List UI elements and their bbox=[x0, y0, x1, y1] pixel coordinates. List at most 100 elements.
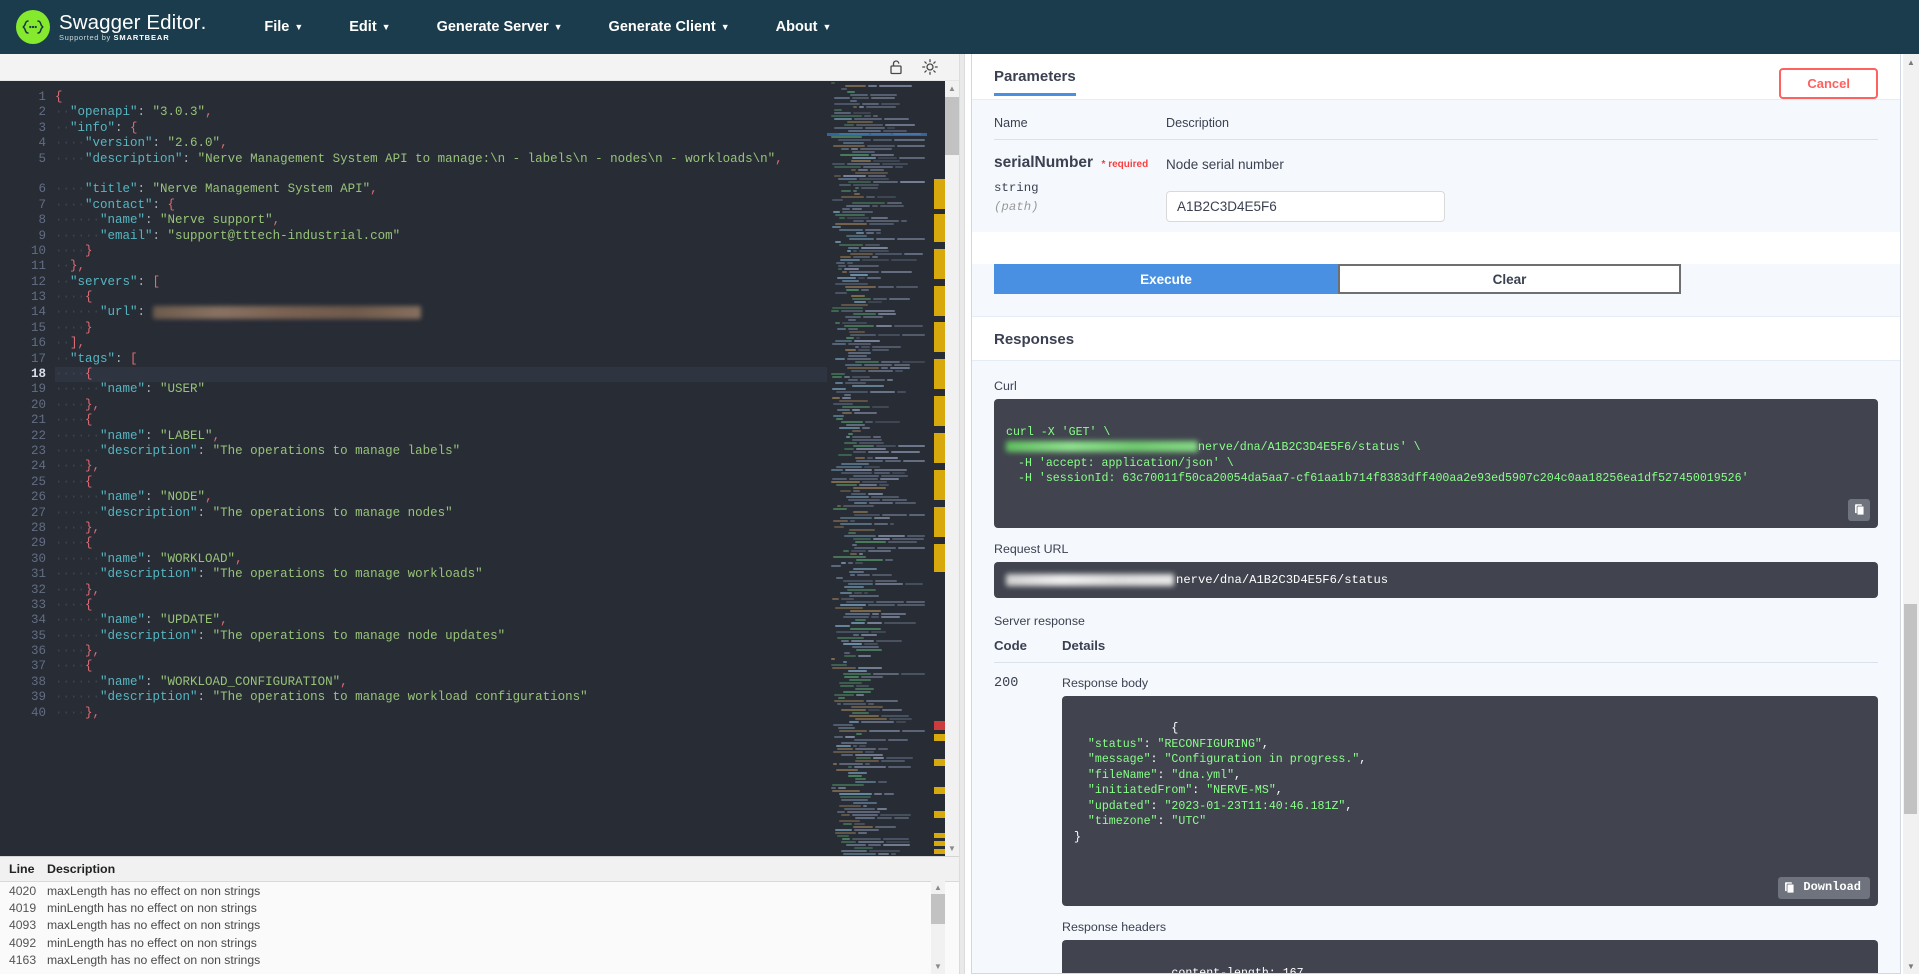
error-row[interactable]: 4020maxLength has no effect on non strin… bbox=[0, 882, 959, 899]
swagger-scrollbar-thumb[interactable] bbox=[1904, 604, 1917, 814]
parameter-required-badge: * required bbox=[1102, 159, 1149, 170]
menu-item-generate-server-label: Generate Server bbox=[437, 19, 549, 35]
unlock-icon[interactable] bbox=[888, 59, 904, 75]
cancel-button[interactable]: Cancel bbox=[1779, 68, 1878, 99]
response-body-block[interactable]: { "status": "RECONFIGURING", "message": … bbox=[1062, 696, 1878, 906]
swagger-ui-pane: Parameters Cancel Name Description seria… bbox=[965, 54, 1919, 974]
brand-subtitle: Supported by SMARTBEAR bbox=[59, 34, 206, 42]
code-line[interactable]: ····}, bbox=[55, 706, 827, 721]
menu-item-edit[interactable]: Edit▼ bbox=[326, 11, 413, 43]
curl-command-line1: curl -X 'GET' \ bbox=[1006, 426, 1110, 439]
code-editor[interactable]: 1234567891011121314151617181920212223242… bbox=[0, 81, 959, 856]
menu-item-about[interactable]: About▼ bbox=[753, 11, 855, 43]
code-line[interactable]: ····"contact": { bbox=[55, 198, 827, 213]
errors-scroll-up-icon[interactable]: ▲ bbox=[931, 880, 945, 895]
menu-item-file[interactable]: File▼ bbox=[241, 11, 326, 43]
brand-title-suffix: . bbox=[201, 12, 207, 34]
brightness-icon[interactable] bbox=[922, 59, 938, 75]
editor-pane: 1234567891011121314151617181920212223242… bbox=[0, 54, 959, 974]
code-line[interactable]: ··}, bbox=[55, 259, 827, 274]
request-url-label: Request URL bbox=[994, 542, 1878, 556]
code-line[interactable]: ····}, bbox=[55, 583, 827, 598]
error-description: maxLength has no effect on non strings bbox=[47, 953, 260, 967]
editor-vertical-scrollbar[interactable]: ▲ ▼ bbox=[945, 81, 959, 856]
line-number: 32 bbox=[0, 583, 55, 598]
code-line[interactable]: ····"version": "2.6.0", bbox=[55, 136, 827, 151]
code-line[interactable]: ··], bbox=[55, 336, 827, 351]
code-line[interactable]: { bbox=[55, 90, 827, 105]
code-line[interactable]: ······"name": "LABEL", bbox=[55, 429, 827, 444]
code-line[interactable]: ······"description": "The operations to … bbox=[55, 444, 827, 459]
code-line[interactable]: ······"name": "Nerve support", bbox=[55, 213, 827, 228]
errors-scrollbar-thumb[interactable] bbox=[931, 894, 945, 924]
code-line[interactable]: ····{ bbox=[55, 659, 827, 674]
serial-number-input[interactable] bbox=[1166, 191, 1445, 222]
code-line[interactable]: ··"info": { bbox=[55, 121, 827, 136]
download-button[interactable]: Download bbox=[1794, 877, 1870, 899]
code-line[interactable]: ······"description": "The operations to … bbox=[55, 506, 827, 521]
error-row[interactable]: 4163maxLength has no effect on non strin… bbox=[0, 951, 959, 968]
brand-sub-prefix: Supported by bbox=[59, 33, 111, 42]
code-line[interactable]: ······"description": "The operations to … bbox=[55, 567, 827, 582]
chevron-down-icon: ▼ bbox=[294, 22, 303, 32]
error-row[interactable]: 4093maxLength has no effect on non strin… bbox=[0, 917, 959, 934]
code-line[interactable]: ······"name": "UPDATE", bbox=[55, 613, 827, 628]
code-line[interactable]: ····{ bbox=[55, 475, 827, 490]
code-line[interactable]: ····}, bbox=[55, 398, 827, 413]
curl-label: Curl bbox=[994, 379, 1878, 393]
code-line[interactable]: ····"title": "Nerve Management System AP… bbox=[55, 182, 827, 197]
clear-button[interactable]: Clear bbox=[1338, 264, 1681, 294]
line-number: 35 bbox=[0, 629, 55, 644]
swagger-scroll-up-icon[interactable]: ▲ bbox=[1903, 54, 1919, 70]
code-line[interactable]: ······"email": "support@tttech-industria… bbox=[55, 229, 827, 244]
request-url-suffix: nerve/dna/A1B2C3D4E5F6/status bbox=[1176, 573, 1388, 587]
scroll-up-arrow-icon[interactable]: ▲ bbox=[945, 81, 959, 96]
responses-body: Curl curl -X 'GET' \ nerve/dna/A1B2C3D4E… bbox=[972, 361, 1900, 974]
code-line[interactable]: ······"name": "USER" bbox=[55, 382, 827, 397]
code-line[interactable]: ····{ bbox=[55, 413, 827, 428]
code-line[interactable]: ··"tags": [ bbox=[55, 352, 827, 367]
code-line[interactable]: ····} bbox=[55, 321, 827, 336]
overview-ruler-mark bbox=[934, 544, 945, 572]
parameters-header: Parameters Cancel bbox=[972, 54, 1900, 99]
code-line[interactable]: ····{ bbox=[55, 536, 827, 551]
overview-ruler-mark bbox=[934, 286, 945, 316]
code-text-area[interactable]: 1234567891011121314151617181920212223242… bbox=[0, 81, 827, 856]
editor-scrollbar-thumb[interactable] bbox=[945, 97, 959, 155]
copy-curl-icon[interactable] bbox=[1848, 499, 1870, 521]
editor-minimap[interactable] bbox=[827, 81, 927, 856]
parameters-body: Name Description serialNumber * required… bbox=[972, 100, 1900, 232]
error-line-number: 4093 bbox=[9, 918, 47, 932]
code-line[interactable]: ······"url": bbox=[55, 305, 827, 320]
overview-ruler-mark bbox=[934, 214, 945, 242]
code-line[interactable]: ······"description": "The operations to … bbox=[55, 690, 827, 705]
code-content[interactable]: {··"openapi": "3.0.3",··"info": {····"ve… bbox=[55, 81, 827, 721]
curl-code-block[interactable]: curl -X 'GET' \ nerve/dna/A1B2C3D4E5F6/s… bbox=[994, 399, 1878, 528]
menu-item-generate-server[interactable]: Generate Server▼ bbox=[414, 11, 586, 43]
code-line[interactable]: ····}, bbox=[55, 459, 827, 474]
response-col-details: Details bbox=[1062, 638, 1105, 653]
code-line[interactable]: ······"name": "WORKLOAD", bbox=[55, 552, 827, 567]
execute-button[interactable]: Execute bbox=[994, 264, 1338, 294]
code-line[interactable]: ··"openapi": "3.0.3", bbox=[55, 105, 827, 120]
error-row[interactable]: 4019minLength has no effect on non strin… bbox=[0, 899, 959, 916]
errors-scroll-down-icon[interactable]: ▼ bbox=[931, 959, 945, 974]
scroll-down-arrow-icon[interactable]: ▼ bbox=[945, 841, 959, 856]
code-line[interactable]: ······"name": "NODE", bbox=[55, 490, 827, 505]
brand-logo[interactable]: Swagger Editor . Supported by SMARTBEAR bbox=[16, 10, 206, 44]
code-line[interactable]: ······"name": "WORKLOAD_CONFIGURATION", bbox=[55, 675, 827, 690]
swagger-vertical-scrollbar[interactable]: ▲ ▼ bbox=[1903, 54, 1919, 974]
code-line[interactable]: ··"servers": [ bbox=[55, 275, 827, 290]
code-line[interactable]: ····{ bbox=[55, 598, 827, 613]
error-row[interactable]: 4092minLength has no effect on non strin… bbox=[0, 934, 959, 951]
errors-scrollbar[interactable]: ▲ ▼ bbox=[931, 880, 945, 974]
code-line[interactable]: ······"description": "The operations to … bbox=[55, 629, 827, 644]
code-line[interactable]: ····{ bbox=[55, 290, 827, 305]
menu-item-generate-client[interactable]: Generate Client▼ bbox=[586, 11, 753, 43]
code-line[interactable]: ····}, bbox=[55, 644, 827, 659]
swagger-scroll-down-icon[interactable]: ▼ bbox=[1903, 958, 1919, 974]
code-line[interactable]: ····"description": "Nerve Management Sys… bbox=[55, 152, 827, 183]
code-line[interactable]: ····} bbox=[55, 244, 827, 259]
code-line[interactable]: ····{ bbox=[55, 367, 827, 382]
code-line[interactable]: ····}, bbox=[55, 521, 827, 536]
